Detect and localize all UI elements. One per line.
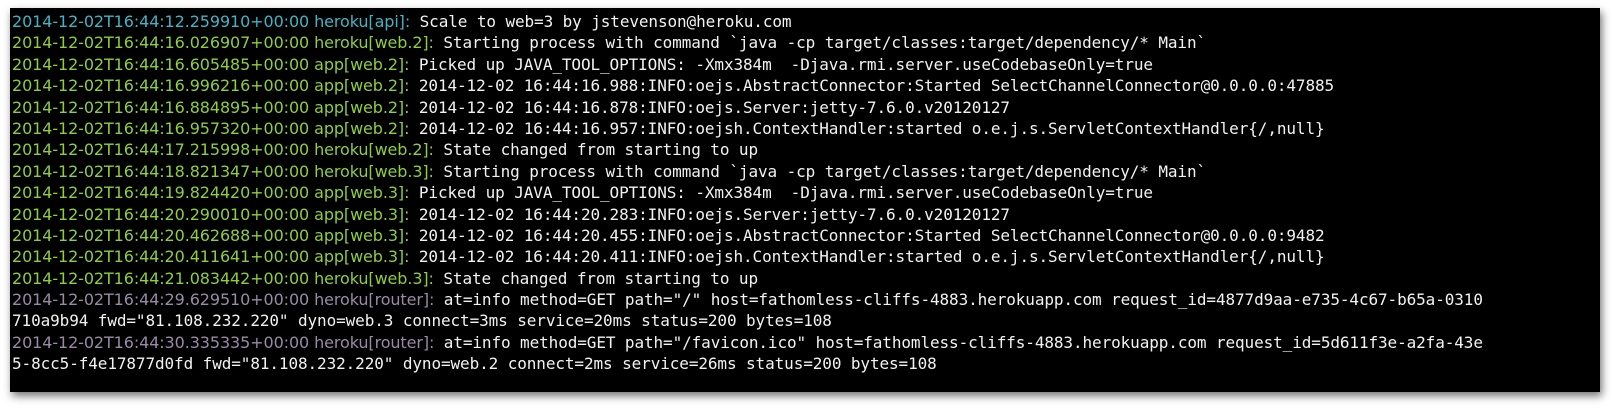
log-line: 2014-12-02T16:44:18.821347+00:00 heroku[… (12, 161, 1600, 182)
log-message: 5-8cc5-f4e17877d0fd fwd="81.108.232.220"… (12, 354, 937, 374)
log-line: 2014-12-02T16:44:17.215998+00:00 heroku[… (12, 139, 1600, 160)
log-timestamp: 2014-12-02T16:44:29.629510+00:00 (12, 290, 310, 310)
log-timestamp: 2014-12-02T16:44:17.215998+00:00 (12, 140, 310, 160)
log-timestamp: 2014-12-02T16:44:16.026907+00:00 (12, 33, 310, 53)
log-timestamp: 2014-12-02T16:44:20.411641+00:00 (12, 247, 310, 267)
log-timestamp: 2014-12-02T16:44:21.083442+00:00 (12, 268, 310, 288)
log-source: heroku[api]: (314, 12, 411, 31)
log-source: heroku[web.3]: (314, 161, 434, 181)
log-message: 2014-12-02 16:44:20.455:INFO:oejs.Abstra… (409, 225, 1325, 245)
terminal-window[interactable]: 2014-12-02T16:44:12.259910+00:00 heroku[… (10, 8, 1600, 392)
log-source: heroku[web.3]: (314, 268, 434, 288)
log-source: app[web.2]: (314, 97, 410, 117)
log-message: Starting process with command `java -cp … (433, 33, 1207, 53)
log-line: 2014-12-02T16:44:19.824420+00:00 app[web… (12, 182, 1600, 203)
log-line: 5-8cc5-f4e17877d0fd fwd="81.108.232.220"… (12, 353, 1600, 374)
log-timestamp: 2014-12-02T16:44:20.462688+00:00 (12, 225, 310, 245)
log-source: app[web.3]: (314, 183, 410, 203)
log-message: State changed from starting to up (433, 140, 758, 160)
log-message: Picked up JAVA_TOOL_OPTIONS: -Xmx384m -D… (409, 54, 1153, 74)
log-line: 710a9b94 fwd="81.108.232.220" dyno=web.3… (12, 310, 1600, 331)
log-message: 2014-12-02 16:44:20.283:INFO:oejs.Server… (409, 204, 1010, 224)
log-timestamp: 2014-12-02T16:44:20.290010+00:00 (12, 204, 310, 224)
log-source: app[web.3]: (314, 247, 410, 267)
log-source: app[web.2]: (314, 54, 410, 74)
log-line: 2014-12-02T16:44:16.884895+00:00 app[web… (12, 97, 1600, 118)
log-source: app[web.2]: (314, 118, 410, 138)
log-source: heroku[web.2]: (314, 140, 434, 160)
log-line: 2014-12-02T16:44:16.957320+00:00 app[web… (12, 118, 1600, 139)
log-timestamp: 2014-12-02T16:44:16.996216+00:00 (12, 76, 310, 96)
log-line: 2014-12-02T16:44:16.026907+00:00 heroku[… (12, 32, 1600, 53)
log-message: Picked up JAVA_TOOL_OPTIONS: -Xmx384m -D… (409, 183, 1153, 203)
log-source: heroku[router]: (314, 332, 435, 352)
log-message: State changed from starting to up (433, 268, 758, 288)
log-message: at=info method=GET path="/" host=fathoml… (434, 290, 1483, 310)
log-message: 2014-12-02 16:44:16.957:INFO:oejsh.Conte… (409, 118, 1325, 138)
log-message: 710a9b94 fwd="81.108.232.220" dyno=web.3… (12, 311, 832, 331)
log-source: heroku[router]: (314, 290, 435, 310)
log-timestamp: 2014-12-02T16:44:12.259910+00:00 (12, 12, 310, 31)
log-source: app[web.3]: (314, 225, 410, 245)
log-line: 2014-12-02T16:44:30.335335+00:00 heroku[… (12, 332, 1600, 353)
log-line: 2014-12-02T16:44:16.996216+00:00 app[web… (12, 75, 1600, 96)
log-timestamp: 2014-12-02T16:44:30.335335+00:00 (12, 332, 310, 352)
log-line: 2014-12-02T16:44:20.290010+00:00 app[web… (12, 204, 1600, 225)
log-line: 2014-12-02T16:44:16.605485+00:00 app[web… (12, 54, 1600, 75)
log-timestamp: 2014-12-02T16:44:16.884895+00:00 (12, 97, 310, 117)
log-timestamp: 2014-12-02T16:44:16.957320+00:00 (12, 118, 310, 138)
log-timestamp: 2014-12-02T16:44:18.821347+00:00 (12, 161, 310, 181)
log-timestamp: 2014-12-02T16:44:19.824420+00:00 (12, 183, 310, 203)
log-message: 2014-12-02 16:44:16.878:INFO:oejs.Server… (409, 97, 1010, 117)
log-source: heroku[web.2]: (314, 33, 434, 53)
log-source: app[web.2]: (314, 76, 410, 96)
log-line: 2014-12-02T16:44:20.411641+00:00 app[web… (12, 246, 1600, 267)
log-message: Starting process with command `java -cp … (433, 161, 1207, 181)
log-timestamp: 2014-12-02T16:44:16.605485+00:00 (12, 54, 310, 74)
log-line: 2014-12-02T16:44:29.629510+00:00 heroku[… (12, 289, 1600, 310)
log-message: 2014-12-02 16:44:16.988:INFO:oejs.Abstra… (409, 76, 1335, 96)
log-line: 2014-12-02T16:44:20.462688+00:00 app[web… (12, 225, 1600, 246)
log-line: 2014-12-02T16:44:12.259910+00:00 heroku[… (12, 11, 1600, 32)
log-line: 2014-12-02T16:44:21.083442+00:00 heroku[… (12, 268, 1600, 289)
log-message: Scale to web=3 by jstevenson@heroku.com (410, 12, 792, 31)
log-message: at=info method=GET path="/favicon.ico" h… (434, 332, 1483, 352)
log-source: app[web.3]: (314, 204, 410, 224)
log-message: 2014-12-02 16:44:20.411:INFO:oejsh.Conte… (409, 247, 1325, 267)
